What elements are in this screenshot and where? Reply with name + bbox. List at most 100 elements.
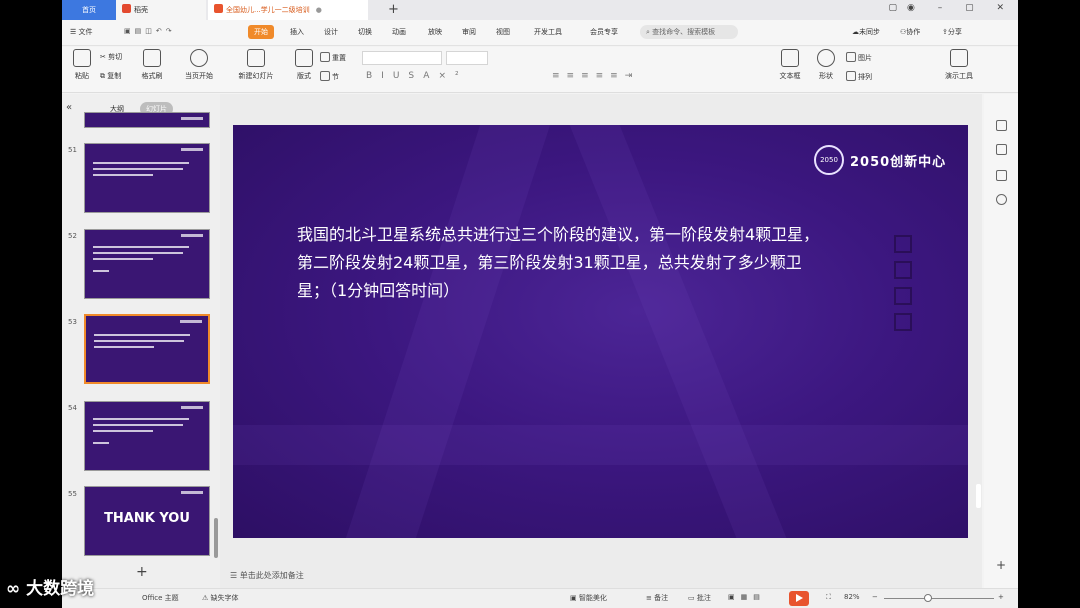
layout-icon	[295, 49, 313, 67]
watermark-text: 大数跨境	[26, 579, 95, 599]
format-painter-button[interactable]: 格式刷	[132, 49, 172, 81]
paste-icon	[73, 49, 91, 67]
slideshow-play-button[interactable]	[789, 591, 809, 606]
share-button[interactable]: ⇪分享	[942, 27, 962, 37]
menu-start[interactable]: 开始	[248, 25, 274, 39]
zoom-slider-track[interactable]	[884, 598, 994, 599]
thumb-logo	[181, 117, 203, 120]
slides-library-icon[interactable]	[996, 170, 1007, 181]
slide-thumbnail-50[interactable]	[84, 112, 210, 128]
thumb-logo	[180, 320, 202, 323]
thumb-text-line	[93, 442, 109, 444]
command-search-input[interactable]: ⌕ 查找命令、搜索模板	[640, 25, 738, 39]
collab-button[interactable]: ⚇协作	[900, 27, 920, 37]
zoom-slider-handle[interactable]	[924, 594, 932, 602]
arrange-button[interactable]: 排列	[846, 71, 872, 82]
slide-thumbnail-52[interactable]	[84, 229, 210, 299]
view-mode-buttons[interactable]: ▣▦▤	[728, 593, 766, 601]
menu-review[interactable]: 审阅	[462, 27, 476, 37]
zoom-in-button[interactable]: +	[998, 593, 1004, 601]
comments-button[interactable]: ▭ 批注	[688, 593, 711, 603]
tab-document[interactable]: 全国幼儿...学儿一二级培训 ●	[208, 0, 368, 20]
tab-docer[interactable]: 稻壳	[116, 0, 206, 20]
sync-status[interactable]: ☁未同步	[852, 27, 880, 37]
layout-button[interactable]: 版式	[284, 49, 324, 81]
menu-developer[interactable]: 开发工具	[534, 27, 562, 37]
smart-beautify-button[interactable]: ▣ 智能美化	[570, 593, 607, 603]
tab-close-icon[interactable]: ●	[316, 6, 322, 14]
section-button[interactable]: 节	[320, 71, 339, 82]
logo-mark: 2050	[814, 145, 844, 175]
text-format-buttons[interactable]: BIUSA×²	[366, 71, 468, 81]
thumbnail-scrollbar[interactable]	[214, 518, 218, 558]
thumb-text-line	[93, 270, 109, 272]
current-slide[interactable]: 2050 2050创新中心 我国的北斗卫星系统总共进行过三个阶段的建议，第一阶段…	[233, 125, 968, 538]
title-bar: 首页 稻壳 全国幼儿...学儿一二级培训 ● + ▢◉ – ▢ ✕	[62, 0, 1018, 20]
help-icon[interactable]	[996, 194, 1007, 205]
font-name-select[interactable]	[362, 51, 442, 65]
image-button[interactable]: 图片	[846, 52, 872, 63]
menu-transition[interactable]: 切换	[358, 27, 372, 37]
slide-thumbnail-54[interactable]	[84, 401, 210, 471]
shape-button[interactable]: 形状	[806, 49, 846, 81]
fit-window-icon[interactable]: ⛶	[826, 593, 831, 602]
thumb-text-line	[93, 424, 183, 426]
new-tab-button[interactable]: +	[388, 2, 399, 17]
paste-label: 粘贴	[75, 72, 89, 80]
quick-access-icons[interactable]: ▣▤◫↶↷	[124, 27, 176, 35]
properties-icon[interactable]	[996, 120, 1007, 131]
textbox-button[interactable]: 文本框	[770, 49, 810, 81]
slide-number: 55	[68, 490, 77, 498]
collapse-panel-icon[interactable]: «	[66, 102, 72, 113]
thumb-logo	[181, 148, 203, 151]
slide-thumbnail-51[interactable]	[84, 143, 210, 213]
notes-toggle-button[interactable]: ≡ 备注	[646, 593, 668, 603]
wps-window: 首页 稻壳 全国幼儿...学儿一二级培训 ● + ▢◉ – ▢ ✕ ☰ 文件 ▣▤…	[62, 0, 1018, 608]
slide-thumbnail-53-selected[interactable]	[84, 314, 210, 384]
play-from-current-button[interactable]: 当页开始	[174, 49, 224, 81]
menu-animation[interactable]: 动画	[392, 27, 406, 37]
zoom-level[interactable]: 82%	[844, 593, 860, 601]
presentation-icon	[214, 4, 223, 13]
video-watermark: ∞ 大数跨境	[6, 579, 95, 599]
slide-scrollbar[interactable]	[976, 484, 981, 508]
present-tools-button[interactable]: 演示工具	[936, 49, 982, 81]
docer-icon	[122, 4, 131, 13]
thumb-thank-you-text: THANK YOU	[104, 511, 190, 526]
pin-icon[interactable]	[996, 144, 1007, 155]
theme-name: Office 主题	[142, 594, 179, 602]
reset-icon	[320, 52, 330, 62]
tab-home[interactable]: 首页	[62, 0, 116, 20]
paste-button[interactable]: 粘贴	[62, 49, 102, 81]
slide-thumbnail-55[interactable]: THANK YOU	[84, 486, 210, 556]
menu-file[interactable]: ☰ 文件	[70, 27, 93, 37]
copy-button[interactable]: ⧉ 复制	[100, 71, 121, 81]
slide-logo: 2050 2050创新中心	[814, 145, 954, 177]
paragraph-buttons[interactable]: ≡≡≡≡≡⇥	[552, 71, 639, 81]
copy-label: 复制	[107, 72, 122, 80]
beautify-label: 智能美化	[578, 594, 607, 602]
menu-design[interactable]: 设计	[324, 27, 338, 37]
thumb-text-line	[93, 430, 153, 432]
add-icon[interactable]: +	[996, 558, 1006, 572]
menu-slideshow[interactable]: 放映	[428, 27, 442, 37]
new-slide-button[interactable]: 新建幻灯片	[230, 49, 282, 81]
add-slide-button[interactable]: +	[136, 564, 148, 580]
missing-font-button[interactable]: ⚠ 缺失字体	[202, 593, 239, 603]
thumb-logo	[181, 491, 203, 494]
menu-member[interactable]: 会员专享	[590, 27, 618, 37]
decorative-squares	[894, 235, 914, 355]
missing-font-label: 缺失字体	[210, 594, 239, 602]
menu-view[interactable]: 视图	[496, 27, 510, 37]
cut-button[interactable]: ✂ 剪切	[100, 52, 122, 62]
window-controls[interactable]: ▢◉ – ▢ ✕	[889, 3, 1014, 13]
thumb-logo	[181, 406, 203, 409]
slide-number: 52	[68, 232, 77, 240]
slide-number: 51	[68, 146, 77, 154]
reset-button[interactable]: 重置	[320, 52, 346, 63]
font-size-select[interactable]	[446, 51, 488, 65]
zoom-out-button[interactable]: −	[872, 593, 878, 601]
slide-question-text[interactable]: 我国的北斗卫星系统总共进行过三个阶段的建议，第一阶段发射4颗卫星，第二阶段发射2…	[297, 221, 832, 305]
menu-insert[interactable]: 插入	[290, 27, 304, 37]
notes-placeholder[interactable]: ☰ 单击此处添加备注	[230, 570, 304, 581]
